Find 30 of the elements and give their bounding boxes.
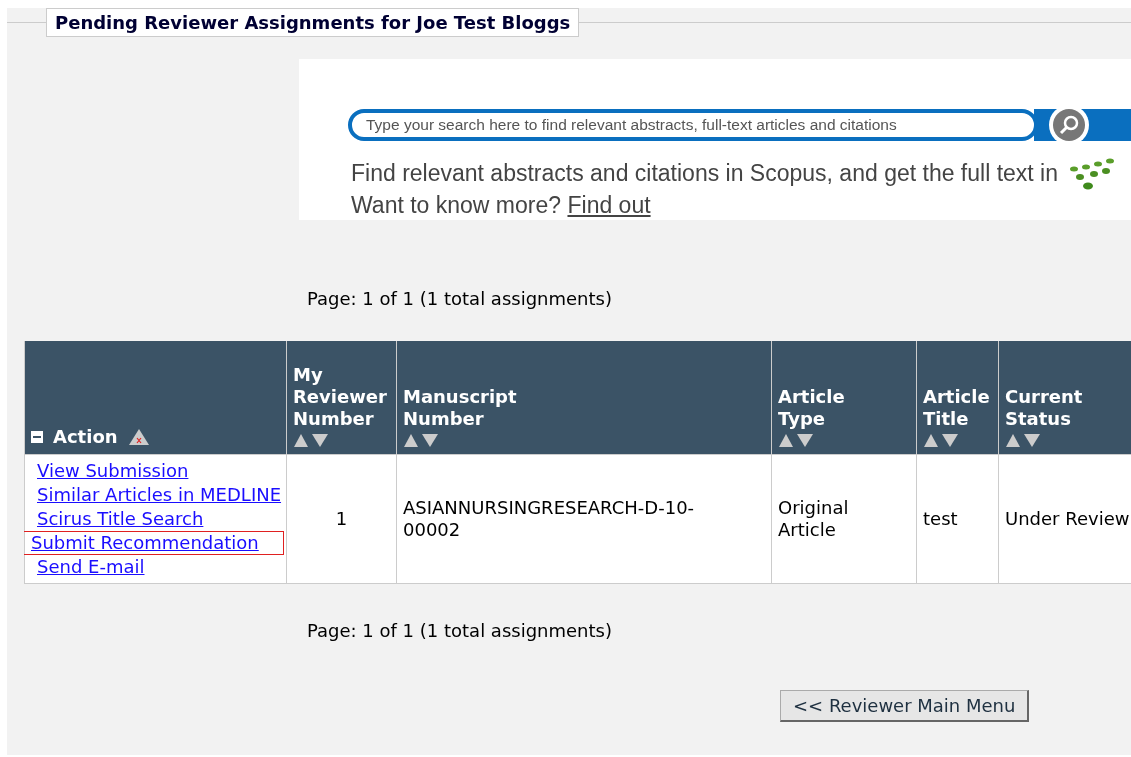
action-link[interactable]: Similar Articles in MEDLINE xyxy=(30,482,289,507)
collapse-icon xyxy=(31,430,43,443)
panel-title: Pending Reviewer Assignments for Joe Test Bloggs xyxy=(46,8,580,37)
table-cell: 1 xyxy=(335,507,348,529)
sort-icon[interactable] xyxy=(403,431,439,448)
sort-icon[interactable] xyxy=(1005,431,1041,448)
table-cell: test xyxy=(923,507,958,529)
sort-icon[interactable] xyxy=(923,431,959,448)
sort-icon[interactable] xyxy=(778,431,814,448)
table-cell: Under Review xyxy=(1005,507,1130,529)
column-header: My Reviewer Number xyxy=(293,363,387,430)
pager-text: Page: 1 of 1 (1 total assignments) xyxy=(307,619,613,640)
find-out-link[interactable]: Find out xyxy=(567,191,651,219)
column-header: Action xyxy=(53,425,118,448)
column-header: Current Status xyxy=(1005,385,1083,430)
action-link[interactable]: Submit Recommendation xyxy=(24,530,284,555)
warning-icon xyxy=(127,427,150,446)
action-link[interactable]: View Submission xyxy=(30,458,196,483)
column-header: Manuscript Number xyxy=(403,385,517,430)
action-link[interactable]: Send E-mail xyxy=(30,554,152,579)
main-menu-button[interactable]: << Reviewer Main Menu xyxy=(780,689,1030,722)
sort-icon[interactable] xyxy=(293,431,329,448)
pager-text: Page: 1 of 1 (1 total assignments) xyxy=(307,288,613,308)
column-header: Article Title xyxy=(923,385,990,430)
table-cell-text: ASIANNURSINGRESEARCH-D-10-00002 xyxy=(403,496,696,541)
column-header: Article Type xyxy=(778,385,845,430)
action-link[interactable]: Scirus Title Search xyxy=(30,506,211,531)
description-text: Find relevant abstracts and citations in Scopus, and get the full text in xyxy=(351,159,1058,187)
prompt-text: Want to know more? xyxy=(351,191,562,219)
table-cell: Original Article xyxy=(778,496,849,540)
